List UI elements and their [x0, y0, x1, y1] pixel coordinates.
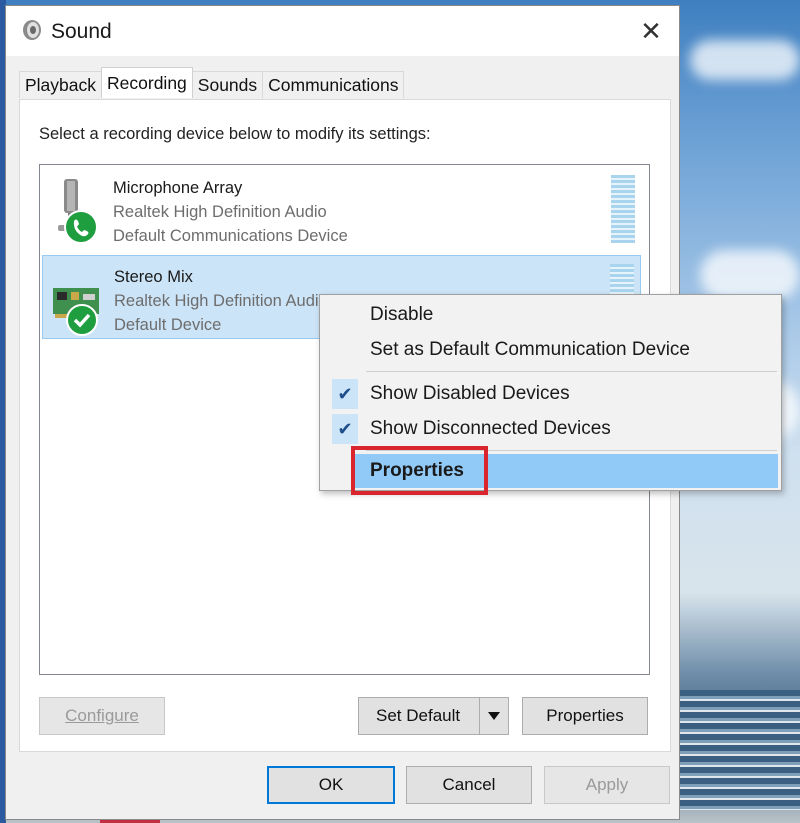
menu-item-set-default-communication[interactable]: Set as Default Communication Device — [320, 333, 781, 367]
level-meter — [611, 175, 635, 243]
cancel-button[interactable]: Cancel — [406, 766, 532, 804]
microphone-icon — [58, 179, 98, 244]
device-status: Default Device — [114, 316, 222, 334]
set-default-button[interactable]: Set Default — [358, 697, 509, 735]
ok-button[interactable]: OK — [267, 766, 395, 804]
speaker-icon — [23, 20, 41, 40]
properties-label: Properties — [546, 706, 624, 725]
context-menu: Disable Set as Default Communication Dev… — [319, 294, 782, 491]
tab-recording[interactable]: Recording — [101, 67, 193, 98]
device-name: Microphone Array — [113, 179, 243, 197]
apply-button[interactable]: Apply — [544, 766, 670, 804]
cancel-label: Cancel — [442, 775, 496, 794]
dropdown-arrow-icon[interactable] — [479, 698, 508, 734]
desktop-sea — [680, 690, 800, 810]
menu-item-show-disabled[interactable]: ✔ Show Disabled Devices — [320, 377, 781, 411]
device-status: Default Communications Device — [113, 227, 348, 245]
configure-button[interactable]: Configure — [39, 697, 165, 735]
device-microphone-array[interactable]: Microphone Array Realtek High Definition… — [42, 167, 641, 251]
properties-button[interactable]: Properties — [522, 697, 648, 735]
ok-label: OK — [318, 775, 344, 794]
title-bar: Sound ✕ — [6, 6, 679, 56]
menu-item-disable[interactable]: Disable — [320, 298, 781, 332]
device-name: Stereo Mix — [114, 268, 193, 286]
device-description: Realtek High Definition Audio — [114, 292, 328, 310]
checkmark-icon: ✔ — [332, 379, 358, 409]
set-default-label: Set Default — [376, 706, 461, 725]
tab-strip: Playback Recording Sounds Communications — [19, 67, 405, 99]
check-badge-icon — [66, 304, 98, 336]
menu-item-properties[interactable]: Properties — [351, 454, 778, 488]
window-title: Sound — [51, 20, 112, 43]
close-button[interactable]: ✕ — [623, 6, 679, 56]
configure-label: Configure — [65, 706, 139, 725]
checkmark-icon: ✔ — [332, 414, 358, 444]
menu-separator — [366, 371, 777, 372]
device-description: Realtek High Definition Audio — [113, 203, 327, 221]
menu-item-show-disconnected[interactable]: ✔ Show Disconnected Devices — [320, 412, 781, 446]
close-icon: ✕ — [640, 15, 662, 46]
apply-label: Apply — [585, 775, 629, 794]
tab-sounds[interactable]: Sounds — [191, 71, 264, 98]
tab-communications[interactable]: Communications — [262, 71, 405, 98]
phone-badge-icon — [64, 210, 98, 244]
instruction-text: Select a recording device below to modif… — [39, 125, 431, 143]
menu-separator — [366, 450, 777, 451]
sound-card-icon — [53, 288, 99, 336]
tab-playback[interactable]: Playback — [19, 71, 103, 98]
